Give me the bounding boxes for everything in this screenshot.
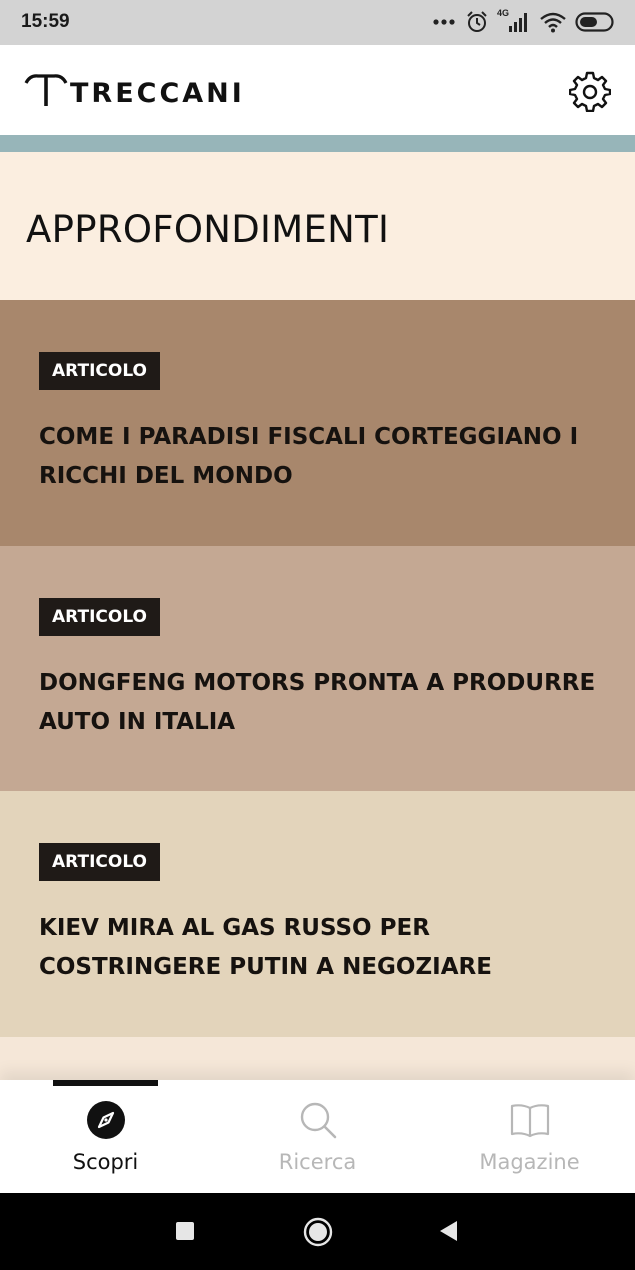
- back-triangle-icon[interactable]: [437, 1219, 459, 1243]
- tab-label: Scopri: [72, 1150, 139, 1174]
- article-badge: ARTICOLO: [39, 352, 161, 390]
- tab-label: Ricerca: [278, 1150, 357, 1174]
- signal-4g-icon: 4G: [497, 8, 531, 34]
- accent-bar: [0, 135, 635, 152]
- compass-icon: [86, 1101, 125, 1139]
- tab-scopri[interactable]: Scopri: [0, 1080, 211, 1193]
- battery-icon: [575, 12, 614, 32]
- treccani-logo[interactable]: TRECCANI: [24, 73, 245, 109]
- article-title: COME I PARADISI FISCALI CORTEGGIANO I RI…: [39, 424, 579, 489]
- status-time: 15:59: [21, 11, 70, 32]
- section-title: APPROFONDIMENTI: [26, 208, 390, 251]
- alarm-icon: [467, 11, 487, 32]
- tab-ricerca[interactable]: Ricerca: [212, 1080, 423, 1193]
- status-icons: 4G: [433, 8, 617, 35]
- bottom-tab-bar: Scopri Ricerca Magazine: [0, 1080, 635, 1193]
- app-header: TRECCANI: [0, 45, 635, 135]
- section-header: APPROFONDIMENTI: [0, 152, 635, 300]
- article-title: DONGFENG MOTORS PRONTA A PRODURRE AUTO I…: [39, 670, 596, 735]
- search-icon: [300, 1102, 336, 1139]
- article-title: KIEV MIRA AL GAS RUSSO PER COSTRINGERE P…: [39, 915, 492, 980]
- gear-icon[interactable]: [569, 70, 611, 112]
- system-nav-bar: [0, 1193, 635, 1270]
- recents-square-icon[interactable]: [175, 1221, 195, 1241]
- article-card[interactable]: ARTICOLO DONGFENG MOTORS PRONTA A PRODUR…: [0, 546, 635, 792]
- book-icon: [510, 1104, 549, 1138]
- status-bar: 15:59 4G: [0, 0, 635, 45]
- home-circle-icon[interactable]: [303, 1217, 333, 1247]
- tab-magazine[interactable]: Magazine: [424, 1080, 635, 1193]
- wifi-icon: [540, 12, 566, 33]
- more-dots-icon: [433, 19, 455, 25]
- article-badge: ARTICOLO: [39, 843, 161, 881]
- brand-name: TRECCANI: [70, 78, 245, 109]
- article-card[interactable]: ARTICOLO COME I PARADISI FISCALI CORTEGG…: [0, 300, 635, 546]
- article-card[interactable]: ARTICOLO KIEV MIRA AL GAS RUSSO PER COST…: [0, 791, 635, 1037]
- tab-label: Magazine: [479, 1150, 580, 1174]
- article-badge: ARTICOLO: [39, 598, 161, 636]
- treccani-logo-icon: [24, 74, 68, 106]
- next-card-peek: [0, 1037, 635, 1081]
